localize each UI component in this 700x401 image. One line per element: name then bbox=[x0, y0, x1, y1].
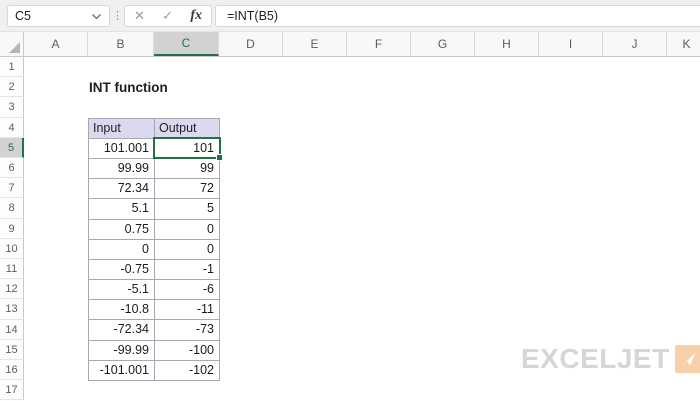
cell-c7[interactable]: 72 bbox=[155, 179, 220, 199]
table-row: 0 0 bbox=[89, 240, 220, 260]
row-header-6[interactable]: 6 bbox=[0, 158, 24, 178]
column-header-i[interactable]: I bbox=[539, 32, 603, 56]
cell-b7[interactable]: 72.34 bbox=[89, 179, 155, 199]
cell-c15[interactable]: -100 bbox=[155, 341, 220, 361]
table-row: -72.34 -73 bbox=[89, 320, 220, 340]
cell-b14[interactable]: -72.34 bbox=[89, 320, 155, 340]
cell-c6[interactable]: 99 bbox=[155, 159, 220, 179]
row-header-5[interactable]: 5 bbox=[0, 138, 24, 158]
cell-c14[interactable]: -73 bbox=[155, 320, 220, 340]
cell-b15[interactable]: -99.99 bbox=[89, 341, 155, 361]
cell-c16[interactable]: -102 bbox=[155, 361, 220, 381]
select-all-triangle-icon bbox=[9, 42, 20, 53]
row-header-7[interactable]: 7 bbox=[0, 178, 24, 198]
column-header-f[interactable]: F bbox=[347, 32, 411, 56]
cell-c9[interactable]: 0 bbox=[155, 220, 220, 240]
cell-b12[interactable]: -5.1 bbox=[89, 280, 155, 300]
table-row: -5.1 -6 bbox=[89, 280, 220, 300]
logo-text: EXCELJET bbox=[521, 343, 670, 375]
column-header-k[interactable]: K bbox=[667, 32, 700, 56]
data-table: Input Output 101.001 101 99.99 99 72.34 … bbox=[88, 118, 220, 381]
formula-bar: C5 ⋮ ✕ ✓ fx =INT(B5) bbox=[0, 0, 700, 32]
name-box-value: C5 bbox=[15, 9, 31, 23]
table-header-input[interactable]: Input bbox=[89, 119, 155, 139]
column-header-a[interactable]: A bbox=[24, 32, 88, 56]
column-header-d[interactable]: D bbox=[219, 32, 283, 56]
column-header-g[interactable]: G bbox=[411, 32, 475, 56]
column-header-b[interactable]: B bbox=[88, 32, 154, 56]
row-header-10[interactable]: 10 bbox=[0, 239, 24, 259]
sheet-title-cell[interactable]: INT function bbox=[89, 80, 168, 95]
cell-c8[interactable]: 5 bbox=[155, 199, 220, 219]
table-row: -99.99 -100 bbox=[89, 341, 220, 361]
row-header-12[interactable]: 12 bbox=[0, 279, 24, 299]
cell-c11[interactable]: -1 bbox=[155, 260, 220, 280]
row-header-13[interactable]: 13 bbox=[0, 299, 24, 319]
sheet-area[interactable]: INT function Input Output 101.001 101 99… bbox=[24, 57, 700, 400]
row-header-9[interactable]: 9 bbox=[0, 219, 24, 239]
row-header-11[interactable]: 11 bbox=[0, 259, 24, 279]
cell-c13[interactable]: -11 bbox=[155, 300, 220, 320]
row-header-4[interactable]: 4 bbox=[0, 118, 24, 138]
cell-b9[interactable]: 0.75 bbox=[89, 220, 155, 240]
column-headers: A B C D E F G H I J K bbox=[0, 32, 700, 57]
cell-b13[interactable]: -10.8 bbox=[89, 300, 155, 320]
row-header-8[interactable]: 8 bbox=[0, 198, 24, 218]
table-header-row: Input Output bbox=[89, 119, 220, 139]
cell-b16[interactable]: -101.001 bbox=[89, 361, 155, 381]
separator-dots-icon: ⋮ bbox=[112, 9, 123, 23]
cell-b11[interactable]: -0.75 bbox=[89, 260, 155, 280]
table-row: -0.75 -1 bbox=[89, 260, 220, 280]
table-header-output[interactable]: Output bbox=[155, 119, 220, 139]
row-header-1[interactable]: 1 bbox=[0, 57, 24, 77]
row-header-16[interactable]: 16 bbox=[0, 360, 24, 380]
logo-tile bbox=[675, 345, 700, 373]
name-box[interactable]: C5 bbox=[7, 5, 110, 27]
select-all-button[interactable] bbox=[0, 32, 24, 56]
cell-b5[interactable]: 101.001 bbox=[89, 139, 155, 159]
enter-icon[interactable]: ✓ bbox=[162, 8, 173, 24]
table-row: -10.8 -11 bbox=[89, 300, 220, 320]
cell-c5[interactable]: 101 bbox=[155, 139, 220, 159]
table-row: 99.99 99 bbox=[89, 159, 220, 179]
formula-input[interactable]: =INT(B5) bbox=[215, 5, 700, 27]
row-header-2[interactable]: 2 bbox=[0, 77, 24, 97]
formula-action-box: ✕ ✓ fx bbox=[124, 5, 212, 27]
formula-text: =INT(B5) bbox=[227, 9, 278, 23]
table-row: -101.001 -102 bbox=[89, 361, 220, 381]
cell-b8[interactable]: 5.1 bbox=[89, 199, 155, 219]
row-header-3[interactable]: 3 bbox=[0, 97, 24, 117]
insert-function-icon[interactable]: fx bbox=[190, 8, 202, 24]
column-header-c[interactable]: C bbox=[154, 32, 219, 56]
table-row: 5.1 5 bbox=[89, 199, 220, 219]
table-row: 101.001 101 bbox=[89, 139, 220, 159]
column-header-e[interactable]: E bbox=[283, 32, 347, 56]
exceljet-logo: EXCELJET bbox=[521, 343, 700, 375]
row-header-14[interactable]: 14 bbox=[0, 320, 24, 340]
cell-b6[interactable]: 99.99 bbox=[89, 159, 155, 179]
row-header-15[interactable]: 15 bbox=[0, 340, 24, 360]
cursor-arrow-icon bbox=[679, 349, 699, 369]
cell-c12[interactable]: -6 bbox=[155, 280, 220, 300]
chevron-down-icon[interactable] bbox=[91, 13, 102, 20]
table-row: 72.34 72 bbox=[89, 179, 220, 199]
cancel-icon[interactable]: ✕ bbox=[134, 8, 145, 24]
row-header-17[interactable]: 17 bbox=[0, 380, 24, 400]
cell-c10[interactable]: 0 bbox=[155, 240, 220, 260]
cell-b10[interactable]: 0 bbox=[89, 240, 155, 260]
column-header-h[interactable]: H bbox=[475, 32, 539, 56]
table-row: 0.75 0 bbox=[89, 220, 220, 240]
column-header-j[interactable]: J bbox=[603, 32, 667, 56]
row-headers: 1 2 3 4 5 6 7 8 9 10 11 12 13 14 15 16 1… bbox=[0, 57, 24, 401]
